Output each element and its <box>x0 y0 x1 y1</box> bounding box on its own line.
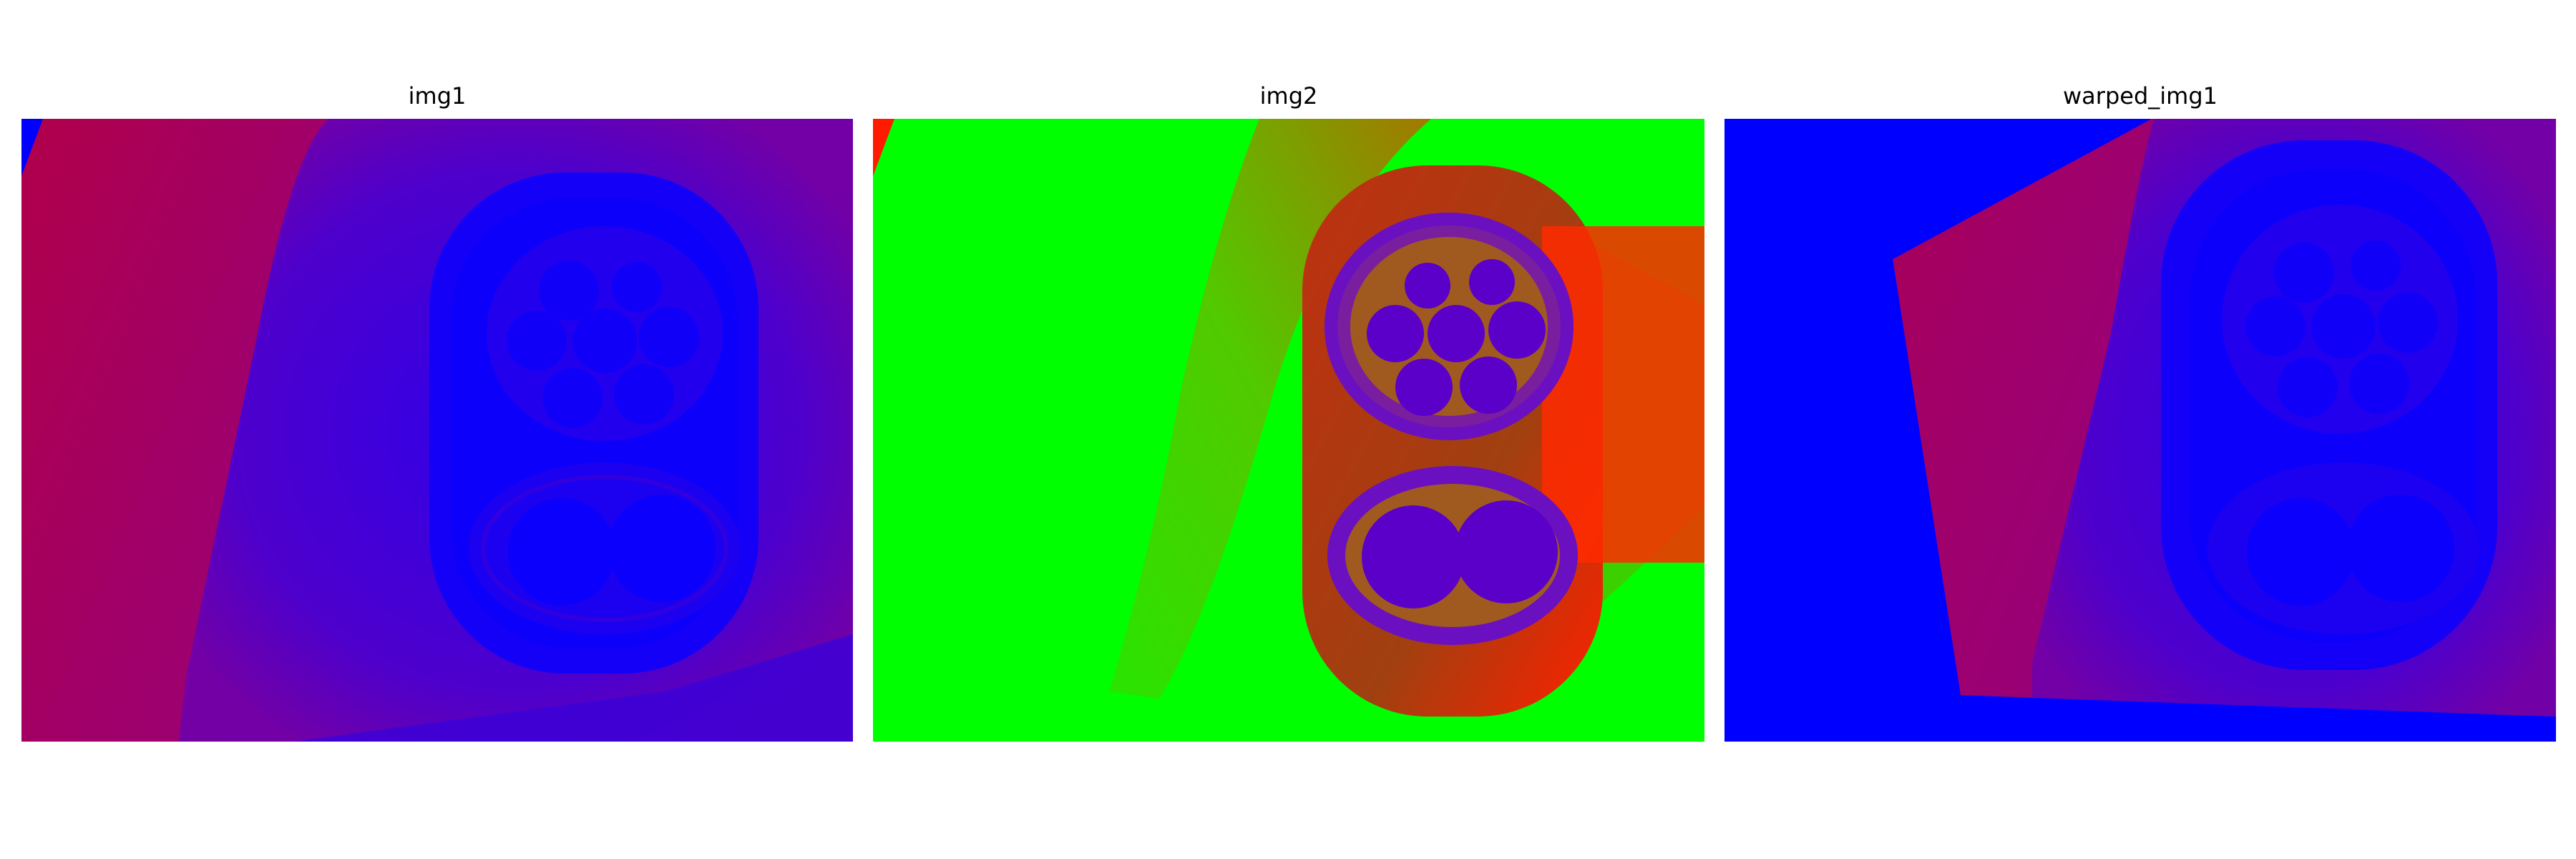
image-panel-warped-img1 <box>1724 119 2556 742</box>
warped-img1-picture <box>1724 119 2556 742</box>
image-panel-img1 <box>21 119 853 742</box>
panel-title-img1: img1 <box>408 82 467 110</box>
image-panel-img2 <box>873 119 1704 742</box>
img2-picture <box>873 119 1704 742</box>
panel-title-img2: img2 <box>1259 82 1318 110</box>
panel-title-warped-img1: warped_img1 <box>2063 82 2218 110</box>
img1-picture <box>21 119 853 742</box>
